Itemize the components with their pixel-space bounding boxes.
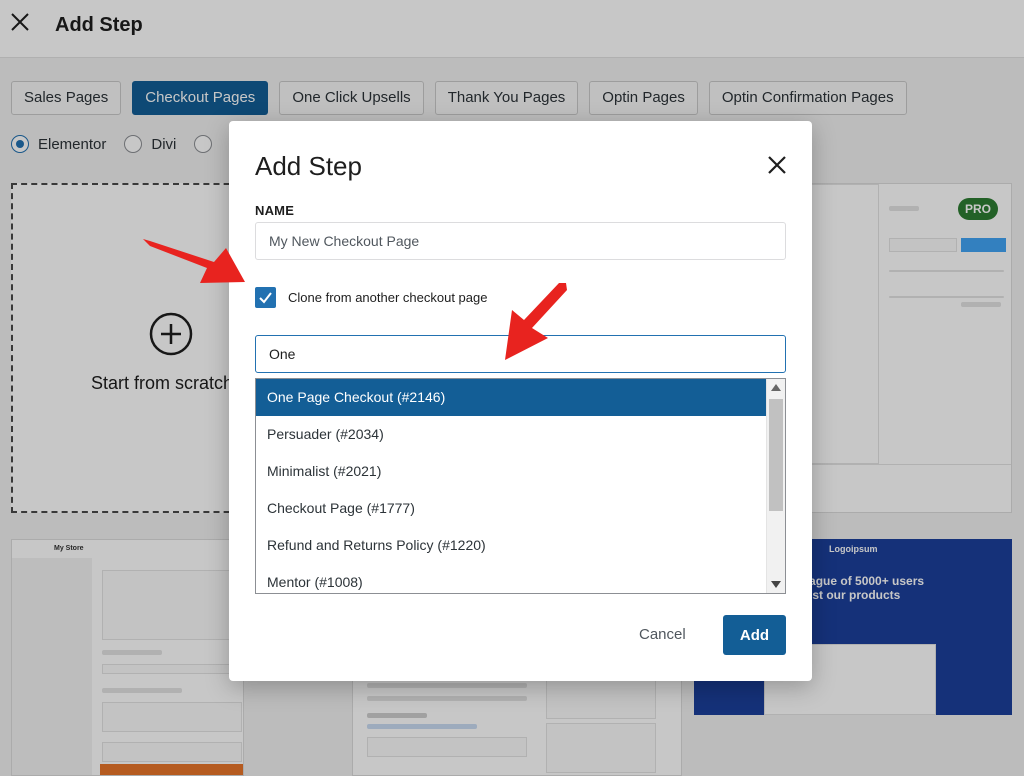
dialog-title: Add Step — [255, 151, 362, 181]
dropdown-option[interactable]: Checkout Page (#1777) — [256, 490, 766, 527]
add-button[interactable]: Add — [723, 615, 786, 655]
dropdown-scrollbar[interactable] — [766, 379, 785, 593]
dropdown-option[interactable]: Minimalist (#2021) — [256, 453, 766, 490]
clone-label: Clone from another checkout page — [288, 290, 488, 305]
template-search-input[interactable] — [255, 335, 786, 373]
dropdown-option[interactable]: Persuader (#2034) — [256, 416, 766, 453]
scrollbar-thumb[interactable] — [769, 399, 783, 511]
add-step-dialog: Add Step NAME Clone from another checkou… — [229, 121, 812, 681]
dropdown-option[interactable]: Mentor (#1008) — [256, 564, 766, 593]
name-label: NAME — [255, 203, 295, 218]
clone-checkbox[interactable] — [255, 287, 276, 308]
checkmark-icon — [259, 292, 272, 304]
scroll-down-arrow-icon[interactable] — [771, 581, 781, 588]
template-dropdown-list: One Page Checkout (#2146) Persuader (#20… — [255, 378, 786, 594]
name-input[interactable] — [255, 222, 786, 260]
close-icon[interactable] — [766, 154, 788, 176]
cancel-button[interactable]: Cancel — [639, 626, 686, 643]
dropdown-option[interactable]: One Page Checkout (#2146) — [256, 379, 766, 416]
scroll-up-arrow-icon[interactable] — [771, 384, 781, 391]
dropdown-option[interactable]: Refund and Returns Policy (#1220) — [256, 527, 766, 564]
clone-option[interactable]: Clone from another checkout page — [255, 287, 487, 308]
